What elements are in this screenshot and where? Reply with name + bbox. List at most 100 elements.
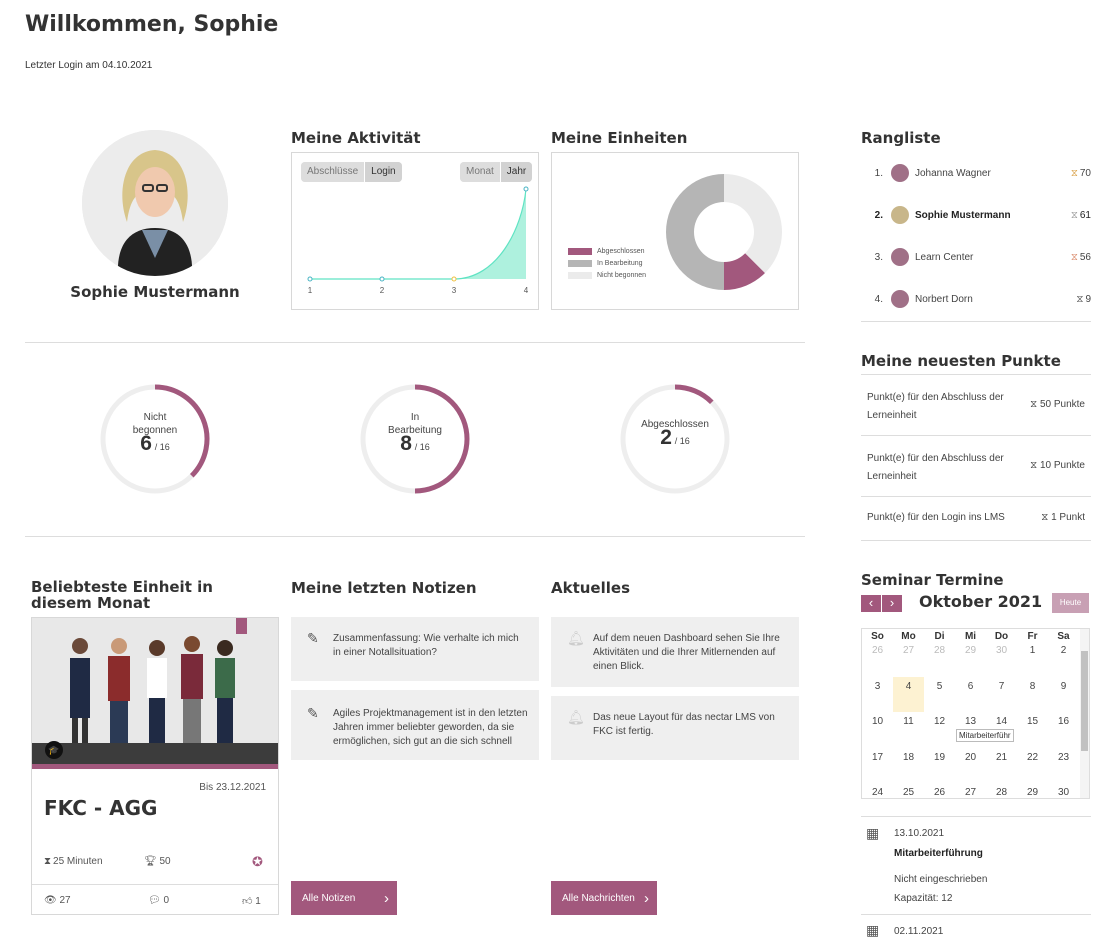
popular-unit-card[interactable]: 🎓 Bis 23.12.2021 FKC - AGG ⧗ 25 Minuten 🏆…	[31, 617, 279, 915]
activity-point	[379, 276, 385, 282]
calendar-prev-button[interactable]: ‹	[861, 595, 881, 612]
calendar-day[interactable]: 22	[1017, 752, 1048, 763]
weekday-label: Mi	[964, 631, 977, 642]
calendar-day[interactable]: 9	[1048, 681, 1079, 692]
edit-icon: ✎	[307, 705, 319, 721]
avatar	[891, 248, 909, 266]
calendar-grid: So Mo Di Mi Do Fr Sa Mitarbeiterführ 26 2…	[861, 628, 1090, 799]
calendar-day[interactable]: 21	[986, 752, 1017, 763]
note-item[interactable]: ✎ Agiles Projektmanagement ist in den le…	[291, 690, 539, 760]
activity-panel: Abschlüsse Login Monat Jahr 1234	[291, 152, 539, 310]
units-legend: Abgeschlossen In Bearbeitung Nicht begon…	[568, 248, 646, 284]
all-news-button[interactable]: Alle Nachrichten ›	[551, 881, 657, 915]
weekday-label: So	[871, 631, 884, 642]
calendar-day[interactable]: 16	[1048, 716, 1079, 727]
calendar-day[interactable]: 14	[986, 716, 1017, 727]
event-title: Mitarbeiterführung	[894, 848, 983, 859]
unit-name: FKC - AGG	[44, 796, 158, 820]
trophy-icon: ⧖	[1070, 209, 1078, 221]
calendar-day[interactable]: 17	[862, 752, 893, 763]
points-row: Punkt(e) für den Abschluss der Lerneinhe…	[861, 375, 1091, 436]
unit-views: 👁︎ 27	[44, 895, 71, 906]
card-footer-divider	[32, 884, 278, 885]
calendar-day[interactable]: 6	[955, 681, 986, 692]
ranking-row[interactable]: 1. Johanna Wagner ⧖ 70	[861, 152, 1091, 194]
comment-icon: 💬︎	[148, 895, 161, 906]
calendar-day[interactable]: 15	[1017, 716, 1048, 727]
latest-points-list: Punkt(e) für den Abschluss der Lerneinhe…	[861, 374, 1091, 541]
event-item[interactable]: ▦ 02.11.2021	[861, 918, 1091, 945]
trophy-icon: 🏆︎	[144, 856, 157, 867]
progress-not-started: Nicht begonnen 6 / 16	[99, 383, 211, 495]
unit-comments[interactable]: 💬︎ 0	[148, 895, 169, 906]
calendar-day[interactable]: 5	[924, 681, 955, 692]
calendar-day[interactable]: 29	[1017, 787, 1048, 798]
calendar-day[interactable]: 28	[986, 787, 1017, 798]
donut-slice-nicht-begonnen	[724, 174, 782, 274]
bookmark-icon[interactable]	[236, 618, 247, 634]
units-donut	[666, 174, 782, 290]
calendar-day[interactable]: 11	[893, 716, 924, 727]
calendar-month: Oktober 2021	[919, 592, 1043, 611]
chevron-right-icon: ›	[644, 889, 649, 907]
calendar-day[interactable]: 26	[862, 645, 893, 656]
calendar-day[interactable]: 3	[862, 681, 893, 692]
legend-in-progress: In Bearbeitung	[568, 260, 646, 267]
seminars-title: Seminar Termine	[861, 571, 1004, 589]
note-text: Zusammenfassung: Wie verhalte ich mich i…	[333, 633, 519, 658]
calendar-day[interactable]: 26	[924, 787, 955, 798]
news-item[interactable]: 🔔︎ Das neue Layout für das nectar LMS vo…	[551, 696, 799, 760]
calendar-day[interactable]: 7	[986, 681, 1017, 692]
calendar-day[interactable]: 30	[986, 645, 1017, 656]
ring-progress-arc	[674, 384, 714, 405]
points-row: Punkt(e) für den Abschluss der Lerneinhe…	[861, 436, 1091, 497]
calendar-next-button[interactable]: ›	[882, 595, 902, 612]
calendar-day[interactable]: 8	[1017, 681, 1048, 692]
calendar-day[interactable]: 28	[924, 645, 955, 656]
note-text: Agiles Projektmanagement ist in den letz…	[333, 708, 528, 747]
hourglass-icon: ⧗	[44, 856, 52, 867]
ranking-row[interactable]: 2. Sophie Mustermann ⧖ 61	[861, 194, 1091, 236]
calendar-day[interactable]: 13	[955, 716, 986, 727]
news-item[interactable]: 🔔︎ Auf dem neuen Dashboard sehen Sie Ihr…	[551, 617, 799, 687]
event-item[interactable]: ▦ 13.10.2021 Mitarbeiterführung Nicht ei…	[861, 816, 1091, 915]
calendar-day[interactable]: 19	[924, 752, 955, 763]
calendar-today-button[interactable]: Heute	[1052, 593, 1089, 613]
award-icon: ✪	[252, 854, 263, 869]
calendar-day[interactable]: 1	[1017, 645, 1048, 656]
calendar-day[interactable]: 30	[1048, 787, 1079, 798]
units-panel: Abgeschlossen In Bearbeitung Nicht begon…	[551, 152, 799, 310]
progress-in-progress: In Bearbeitung 8 / 16	[359, 383, 471, 495]
calendar-day[interactable]: 27	[893, 645, 924, 656]
activity-chart: 1 2 3 4	[307, 186, 529, 295]
news-title: Aktuelles	[551, 579, 630, 597]
eye-icon: 👁︎	[44, 895, 57, 906]
all-notes-button[interactable]: Alle Notizen ›	[291, 881, 397, 915]
calendar-day[interactable]: 10	[862, 716, 893, 727]
activity-tick-label: 3	[452, 286, 457, 295]
calendar-day[interactable]: 23	[1048, 752, 1079, 763]
unit-due-date: Bis 23.12.2021	[199, 782, 266, 793]
calendar-day[interactable]: 12	[924, 716, 955, 727]
calendar-icon: ▦	[866, 922, 880, 938]
note-item[interactable]: ✎ Zusammenfassung: Wie verhalte ich mich…	[291, 617, 539, 681]
calendar-event-chip[interactable]: Mitarbeiterführ	[956, 729, 1014, 742]
calendar-day[interactable]: 29	[955, 645, 986, 656]
calendar-day[interactable]: 24	[862, 787, 893, 798]
calendar-day[interactable]: 4	[893, 681, 924, 692]
calendar-scrollbar[interactable]	[1080, 629, 1089, 798]
calendar-day[interactable]: 20	[955, 752, 986, 763]
ranking-row[interactable]: 3. Learn Center ⧖ 56	[861, 236, 1091, 278]
course-type-icon: 🎓	[45, 741, 63, 759]
activity-area-fill	[310, 189, 526, 279]
calendar-day[interactable]: 25	[893, 787, 924, 798]
page-title: Willkommen, Sophie	[25, 12, 279, 37]
calendar-day[interactable]: 18	[893, 752, 924, 763]
unit-likes[interactable]: 👍︎ 1	[242, 895, 261, 907]
avatar	[891, 290, 909, 308]
activity-title: Meine Aktivität	[291, 129, 421, 147]
calendar-day[interactable]: 2	[1048, 645, 1079, 656]
progress-completed: Abgeschlossen 2 / 16	[619, 383, 731, 495]
ranking-row[interactable]: 4. Norbert Dorn ⧖ 9	[861, 278, 1091, 320]
calendar-day[interactable]: 27	[955, 787, 986, 798]
